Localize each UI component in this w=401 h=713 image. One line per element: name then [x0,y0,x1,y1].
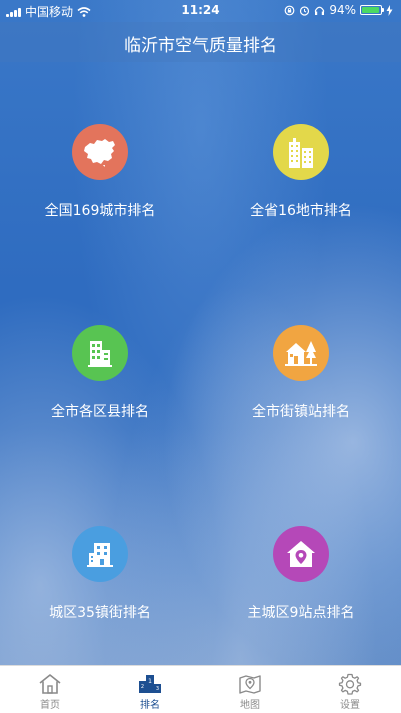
alarm-icon [300,5,310,16]
gear-icon [338,673,362,695]
map-pin-icon [239,675,261,694]
app-screen: 中国移动 11:24 94% 临沂市空气质量排名 全国169城市排名 全省16地… [0,0,401,713]
tab-label: 地图 [240,700,260,711]
menu-icon-circle [273,325,329,381]
menu-label: 全市街镇站排名 [252,404,350,420]
menu-icon-circle [72,526,128,582]
menu-item-national[interactable]: 全国169城市排名 [0,124,200,220]
battery-icon [360,5,384,15]
headphones-icon [315,6,325,15]
page-title: 临沂市空气质量排名 [124,36,277,56]
podium-icon: 1 2 3 [139,675,161,693]
tab-label: 排名 [140,700,160,711]
menu-label: 全市各区县排名 [51,404,149,420]
tab-map[interactable]: 地图 [200,666,300,713]
house-tree-icon [285,341,317,366]
menu-label: 全国169城市排名 [44,203,156,219]
tab-ranking[interactable]: 1 2 3 排名 [100,666,200,713]
menu-icon-circle [72,124,128,180]
tab-settings[interactable]: 设置 [300,666,400,713]
house-pin-icon [287,541,315,567]
menu-label: 城区35镇街排名 [49,605,151,621]
menu-icon-circle [273,526,329,582]
home-icon [39,674,61,694]
tab-home[interactable]: 首页 [0,666,100,713]
svg-text:2: 2 [141,684,144,690]
svg-text:1: 1 [148,678,152,685]
tab-label: 首页 [40,700,60,711]
china-map-icon [84,139,115,167]
menu-item-urban-towns[interactable]: 城区35镇街排名 [0,526,200,622]
status-bar: 中国移动 11:24 94% [0,0,401,22]
district-building-icon [88,341,112,367]
menu-item-main-stations[interactable]: 主城区9站点排名 [201,526,401,622]
status-right: 94% [284,3,393,17]
menu-item-province[interactable]: 全省16地市排名 [201,124,401,220]
menu-icon-circle [72,325,128,381]
svg-text:3: 3 [156,686,159,692]
menu-label: 全省16地市排名 [250,203,352,219]
city-buildings-icon [289,138,313,168]
tab-label: 设置 [340,700,360,711]
rotation-lock-icon [284,5,295,15]
charging-bolt-icon [386,4,393,16]
battery-percent: 94% [329,3,356,17]
tab-bar: 首页 1 2 3 排名 地图 设置 [0,665,401,713]
menu-label: 主城区9站点排名 [247,605,355,621]
menu-item-town-station[interactable]: 全市街镇站排名 [201,325,401,421]
title-bar: 临沂市空气质量排名 [0,22,401,62]
menu-item-district[interactable]: 全市各区县排名 [0,325,200,421]
office-building-icon [87,543,113,567]
menu-icon-circle [273,124,329,180]
